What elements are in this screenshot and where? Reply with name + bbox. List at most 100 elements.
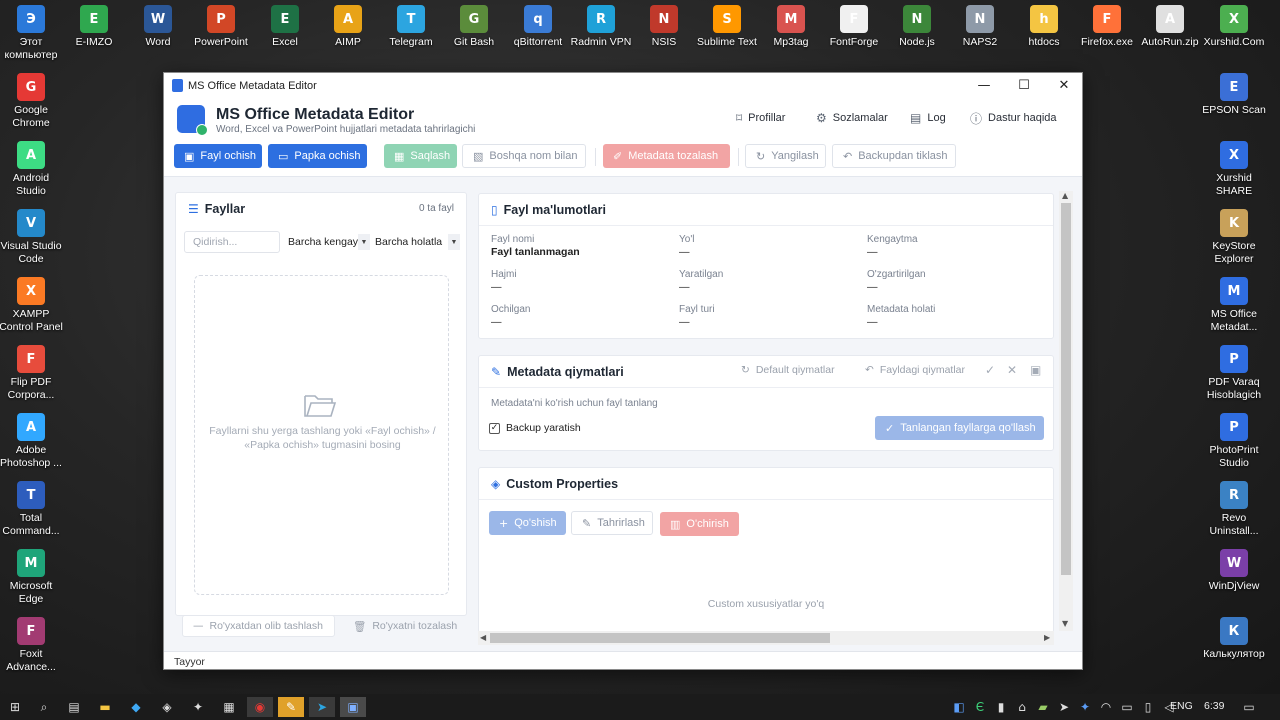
scroll-up-icon[interactable]: ▲ [1062, 191, 1068, 200]
edit-property-button[interactable]: ✎ Tahrirlash [571, 511, 653, 535]
desktop-shortcut[interactable]: A AutoRun.zip [1136, 5, 1204, 49]
desktop-shortcut[interactable]: A AIMP [314, 5, 382, 49]
vscode-taskbar-icon[interactable]: ◆ [123, 697, 149, 717]
desktop-shortcut[interactable]: E Excel [251, 5, 319, 49]
title-bar[interactable]: MS Office Metadata Editor — ☐ ✕ [164, 73, 1082, 98]
clock[interactable]: 6:39 [1204, 700, 1224, 712]
file-explorer-icon[interactable]: ▬ [92, 697, 118, 717]
desktop-shortcut[interactable]: M MS Office Metadat... [1200, 277, 1268, 334]
search-placeholder: Qidirish... [193, 236, 238, 248]
status-filter-select[interactable]: Barcha holatla ▼ [371, 231, 460, 253]
file-drop-zone[interactable]: Fayllarni shu yerga tashlang yoki «Fayl … [194, 275, 449, 595]
desktop-shortcut[interactable]: W WinDjView [1200, 549, 1268, 593]
clear-metadata-button[interactable]: ✐ Metadata tozalash [603, 144, 730, 168]
horizontal-scrollbar[interactable]: ◀ ▶ [478, 631, 1054, 645]
file-info-value: — [491, 281, 502, 293]
desktop-shortcut[interactable]: N NAPS2 [946, 5, 1014, 49]
language-indicator[interactable]: ENG [1170, 700, 1193, 712]
apply-to-selected-button[interactable]: ✓ Tanlangan fayllarga qo'llash [875, 416, 1044, 440]
desktop-shortcut[interactable]: T Total Command... [0, 481, 65, 538]
refresh-button[interactable]: ↻ Yangilash [745, 144, 826, 168]
chrome-taskbar-icon[interactable]: ◉ [247, 697, 273, 717]
desktop-shortcut[interactable]: S Sublime Text [693, 5, 761, 49]
vertical-scroll-thumb[interactable] [1061, 203, 1071, 575]
paint-icon[interactable]: ✦ [185, 697, 211, 717]
save-as-button[interactable]: ▧ Boshqa nom bilan [462, 144, 586, 168]
restore-backup-button[interactable]: ↶ Backupdan tiklash [832, 144, 956, 168]
search-input[interactable]: Qidirish... [184, 231, 280, 253]
desktop-shortcut[interactable]: G Git Bash [440, 5, 508, 49]
metadata-editor-taskbar-icon[interactable]: ▣ [340, 697, 366, 717]
calculator-taskbar-icon[interactable]: ▦ [216, 697, 242, 717]
desktop-shortcut[interactable]: A Adobe Photoshop ... [0, 413, 65, 470]
desktop-shortcut[interactable]: M Mp3tag [757, 5, 825, 49]
backup-checkbox[interactable]: ✓ Backup yaratish [489, 422, 581, 434]
open-folder-button[interactable]: ▭ Papka ochish [268, 144, 367, 168]
desktop-shortcut[interactable]: E E-IMZO [60, 5, 128, 49]
clear-list-button[interactable]: 🗑 Ro'yxatni tozalash [343, 615, 460, 637]
extension-filter-select[interactable]: Barcha kengay ▼ [284, 231, 370, 253]
maximize-icon[interactable]: ☐ [1004, 73, 1044, 98]
desktop-shortcut[interactable]: F Firefox.exe [1073, 5, 1141, 49]
add-property-button[interactable]: + Qo'shish [489, 511, 566, 535]
calculator-icon: К [1220, 617, 1248, 645]
desktop-shortcut[interactable]: Э Этот компьютер [0, 5, 65, 62]
git-bash-icon: G [460, 5, 488, 33]
save-button[interactable]: ▦ Saqlash [384, 144, 457, 168]
desktop-shortcut[interactable]: К Калькулятор [1200, 617, 1268, 661]
desktop-shortcut[interactable]: W Word [124, 5, 192, 49]
desktop-shortcut[interactable]: V Visual Studio Code [0, 209, 65, 266]
nav-about[interactable]: ⓘ Dastur haqida [970, 105, 1057, 131]
minimize-icon[interactable]: — [964, 73, 1004, 98]
desktop-shortcut[interactable]: X Xurshid.Com [1200, 5, 1268, 49]
desktop-shortcut[interactable]: R Revo Uninstall... [1200, 481, 1268, 538]
desktop-shortcut[interactable]: F Flip PDF Corpora... [0, 345, 65, 402]
firefox-icon: F [1093, 5, 1121, 33]
delete-property-button[interactable]: ▥ O'chirish [660, 512, 739, 536]
desktop-shortcut[interactable]: P PowerPoint [187, 5, 255, 49]
save-icon[interactable]: ▣ [1030, 363, 1041, 377]
windows-start-icon[interactable]: ⊞ [2, 697, 28, 717]
nav-log[interactable]: ▤ Log [910, 105, 946, 131]
desktop-shortcut[interactable]: X XAMPP Control Panel [0, 277, 65, 334]
security-icon[interactable]: ◈ [154, 697, 180, 717]
desktop-shortcut[interactable]: A Android Studio [0, 141, 65, 198]
task-view-icon[interactable]: ▤ [61, 697, 87, 717]
horizontal-scroll-thumb[interactable] [490, 633, 830, 643]
search-icon[interactable]: ⌕ [31, 697, 57, 717]
vertical-scrollbar[interactable]: ▲ ▼ [1059, 191, 1073, 631]
desktop-shortcut[interactable]: R Radmin VPN [567, 5, 635, 49]
desktop-shortcut[interactable]: M Microsoft Edge [0, 549, 65, 606]
desktop-shortcut[interactable]: P PhotoPrint Studio [1200, 413, 1268, 470]
file-values-button[interactable]: ↶ Fayldagi qiymatlar [865, 364, 965, 376]
desktop-shortcut[interactable]: F FontForge [820, 5, 888, 49]
refresh-label: Yangilash [771, 150, 819, 162]
file-info-label: Yaratilgan [679, 269, 724, 280]
desktop-shortcut[interactable]: X Xurshid SHARE [1200, 141, 1268, 198]
desktop-shortcut[interactable]: N Node.js [883, 5, 951, 49]
edit-label: Tahrirlash [597, 517, 645, 529]
telegram-taskbar-icon[interactable]: ➤ [309, 697, 335, 717]
nav-profiles[interactable]: ⌑ Profillar [736, 105, 785, 131]
scroll-left-icon[interactable]: ◀ [480, 633, 486, 642]
desktop-shortcut[interactable]: P PDF Varaq Hisoblagich [1200, 345, 1268, 402]
notification-icon[interactable]: ▭ [1236, 697, 1262, 717]
sublime-taskbar-icon[interactable]: ✎ [278, 697, 304, 717]
nav-settings[interactable]: ⚙ Sozlamalar [816, 105, 888, 131]
remove-from-list-button[interactable]: — Ro'yxatdan olib tashlash [182, 615, 335, 637]
desktop-shortcut[interactable]: F Foxit Advance... [0, 617, 65, 674]
check-icon[interactable]: ✓ [985, 363, 995, 377]
scroll-right-icon[interactable]: ▶ [1044, 633, 1050, 642]
scroll-down-icon[interactable]: ▼ [1062, 619, 1068, 628]
open-file-button[interactable]: ▣ Fayl ochish [174, 144, 262, 168]
desktop-shortcut[interactable]: K KeyStore Explorer [1200, 209, 1268, 266]
desktop-shortcut[interactable]: N NSIS [630, 5, 698, 49]
desktop-shortcut[interactable]: E EPSON Scan [1200, 73, 1268, 117]
desktop-shortcut[interactable]: G Google Chrome [0, 73, 65, 130]
desktop-shortcut[interactable]: T Telegram [377, 5, 445, 49]
close-icon[interactable]: ✕ [1044, 73, 1082, 98]
close-icon[interactable]: ✕ [1007, 363, 1017, 377]
desktop-shortcut[interactable]: h htdocs [1010, 5, 1078, 49]
desktop-shortcut[interactable]: q qBittorrent [504, 5, 572, 49]
default-values-button[interactable]: ↻ Default qiymatlar [741, 364, 835, 376]
